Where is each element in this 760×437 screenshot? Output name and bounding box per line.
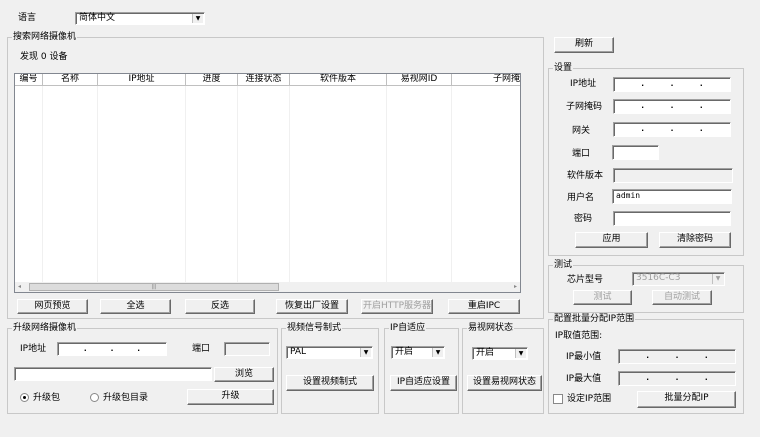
reboot-ipc-button[interactable]: 重启IPC bbox=[448, 299, 520, 314]
batch-assign-ip-button[interactable]: 批量分配IP bbox=[637, 391, 736, 408]
ip-adapt-select[interactable]: 开启 ▼ bbox=[391, 346, 445, 359]
checkbox-icon bbox=[553, 393, 563, 404]
upgrade-port-label: 端口 bbox=[192, 344, 211, 354]
batch-group-title: 配置批量分配IP范围 bbox=[553, 313, 636, 325]
browse-button[interactable]: 浏览 bbox=[214, 367, 274, 382]
gateway-field[interactable]: ... bbox=[613, 122, 731, 137]
clear-password-button[interactable]: 清除密码 bbox=[659, 232, 731, 248]
settings-group: 设置 bbox=[548, 62, 744, 256]
esee-status-select[interactable]: 开启 ▼ bbox=[472, 347, 528, 360]
column-header[interactable]: 连接状态 bbox=[238, 74, 290, 86]
column-header[interactable]: 编号 bbox=[15, 74, 43, 86]
invert-selection-button[interactable]: 反选 bbox=[185, 299, 255, 314]
esee-status-value: 开启 bbox=[476, 348, 495, 358]
ip-adapt-set-button[interactable]: IP自适应设置 bbox=[390, 375, 457, 391]
found-count: 发现 0 设备 bbox=[20, 52, 68, 62]
chevron-down-icon: ▼ bbox=[360, 348, 371, 357]
settings-group-title: 设置 bbox=[553, 62, 574, 74]
radio-upgrade-package[interactable]: 升级包 bbox=[20, 392, 60, 404]
radio-icon bbox=[90, 393, 99, 402]
radio-label: 升级包 bbox=[33, 393, 61, 403]
column-header[interactable]: 名称 bbox=[43, 74, 98, 86]
video-group-title: 视频信号制式 bbox=[286, 322, 343, 334]
column-header[interactable]: 子网掩码 bbox=[452, 74, 520, 86]
checkbox-label: 设定IP范围 bbox=[567, 394, 612, 404]
ip-range-label: IP取值范围: bbox=[555, 331, 603, 341]
web-preview-button[interactable]: 网页预览 bbox=[17, 299, 88, 314]
set-esee-status-button[interactable]: 设置易视网状态 bbox=[467, 375, 542, 391]
scroll-left-icon[interactable]: ◂ bbox=[18, 283, 21, 290]
upgrade-file-path-input[interactable] bbox=[14, 367, 212, 381]
chevron-down-icon: ▼ bbox=[192, 14, 203, 23]
radio-label: 升级包目录 bbox=[103, 393, 149, 403]
password-label: 密码 bbox=[574, 214, 593, 224]
column-header[interactable]: 易视网ID bbox=[387, 74, 452, 86]
device-table[interactable]: 编号 名称 IP地址 进度 连接状态 软件版本 易视网ID 子网掩码 ◂ |||… bbox=[14, 73, 521, 293]
language-label: 语言 bbox=[18, 13, 37, 23]
software-version-label: 软件版本 bbox=[567, 171, 604, 181]
chevron-down-icon: ▼ bbox=[712, 274, 723, 284]
ip-max-label: IP最大值 bbox=[566, 374, 602, 384]
chip-model-value: 3516C-C3 bbox=[636, 273, 681, 283]
horizontal-scrollbar[interactable]: ◂ ||| ▸ bbox=[15, 282, 520, 292]
ip-max-field[interactable]: ... bbox=[618, 371, 736, 386]
test-button[interactable]: 测试 bbox=[573, 290, 632, 305]
search-group-title: 搜索网络摄像机 bbox=[12, 31, 78, 43]
select-all-button[interactable]: 全选 bbox=[100, 299, 171, 314]
upgrade-port-field[interactable] bbox=[224, 342, 270, 356]
chip-model-label: 芯片型号 bbox=[567, 275, 604, 285]
port-field[interactable] bbox=[612, 145, 659, 160]
column-header[interactable]: 进度 bbox=[186, 74, 238, 86]
subnet-mask-field[interactable]: ... bbox=[613, 99, 731, 114]
chevron-down-icon: ▼ bbox=[432, 348, 443, 357]
column-header[interactable]: IP地址 bbox=[98, 74, 186, 86]
upgrade-ip-label: IP地址 bbox=[20, 344, 47, 354]
ip-adapt-group-title: IP自适应 bbox=[389, 322, 427, 334]
set-video-standard-button[interactable]: 设置视频制式 bbox=[286, 375, 374, 391]
set-ip-range-checkbox[interactable]: 设定IP范围 bbox=[553, 393, 611, 405]
factory-reset-button[interactable]: 恢复出厂设置 bbox=[276, 299, 348, 314]
language-select[interactable]: 简体中文 ▼ bbox=[75, 12, 205, 25]
chevron-down-icon: ▼ bbox=[515, 349, 526, 358]
username-label: 用户名 bbox=[567, 193, 595, 203]
username-field[interactable]: admin bbox=[612, 189, 732, 204]
subnet-mask-label: 子网掩码 bbox=[566, 102, 603, 112]
scroll-right-icon[interactable]: ▸ bbox=[514, 283, 517, 290]
software-version-field bbox=[613, 168, 733, 183]
port-label: 端口 bbox=[572, 149, 591, 159]
http-server-button[interactable]: 开启HTTP服务器 bbox=[361, 299, 433, 314]
video-standard-value: PAL bbox=[290, 347, 307, 357]
esee-group-title: 易视网状态 bbox=[467, 322, 515, 334]
scrollbar-thumb[interactable]: ||| bbox=[29, 283, 279, 291]
refresh-button[interactable]: 刷新 bbox=[554, 37, 614, 53]
video-standard-group: 视频信号制式 bbox=[281, 322, 379, 414]
language-value: 简体中文 bbox=[79, 13, 116, 23]
apply-button[interactable]: 应用 bbox=[575, 232, 648, 248]
ip-label: IP地址 bbox=[570, 79, 597, 89]
ip-min-label: IP最小值 bbox=[566, 352, 602, 362]
chip-model-select[interactable]: 3516C-C3 ▼ bbox=[632, 272, 725, 286]
radio-upgrade-directory[interactable]: 升级包目录 bbox=[90, 392, 148, 404]
gateway-label: 网关 bbox=[572, 126, 591, 136]
test-group-title: 测试 bbox=[553, 259, 574, 271]
column-header[interactable]: 软件版本 bbox=[290, 74, 387, 86]
ip-min-field[interactable]: ... bbox=[618, 349, 736, 364]
auto-test-button[interactable]: 自动测试 bbox=[652, 290, 712, 305]
radio-icon bbox=[20, 393, 29, 402]
esee-status-group: 易视网状态 bbox=[462, 322, 544, 414]
ip-adapt-value: 开启 bbox=[395, 347, 414, 357]
upgrade-group-title: 升级网络摄像机 bbox=[12, 322, 78, 334]
password-field[interactable] bbox=[613, 211, 731, 226]
video-standard-select[interactable]: PAL ▼ bbox=[286, 346, 373, 359]
upgrade-button[interactable]: 升级 bbox=[187, 389, 274, 405]
ip-field[interactable]: ... bbox=[613, 77, 731, 92]
upgrade-ip-field[interactable]: ... bbox=[57, 342, 167, 356]
ip-adapt-group: IP自适应 bbox=[384, 322, 459, 414]
